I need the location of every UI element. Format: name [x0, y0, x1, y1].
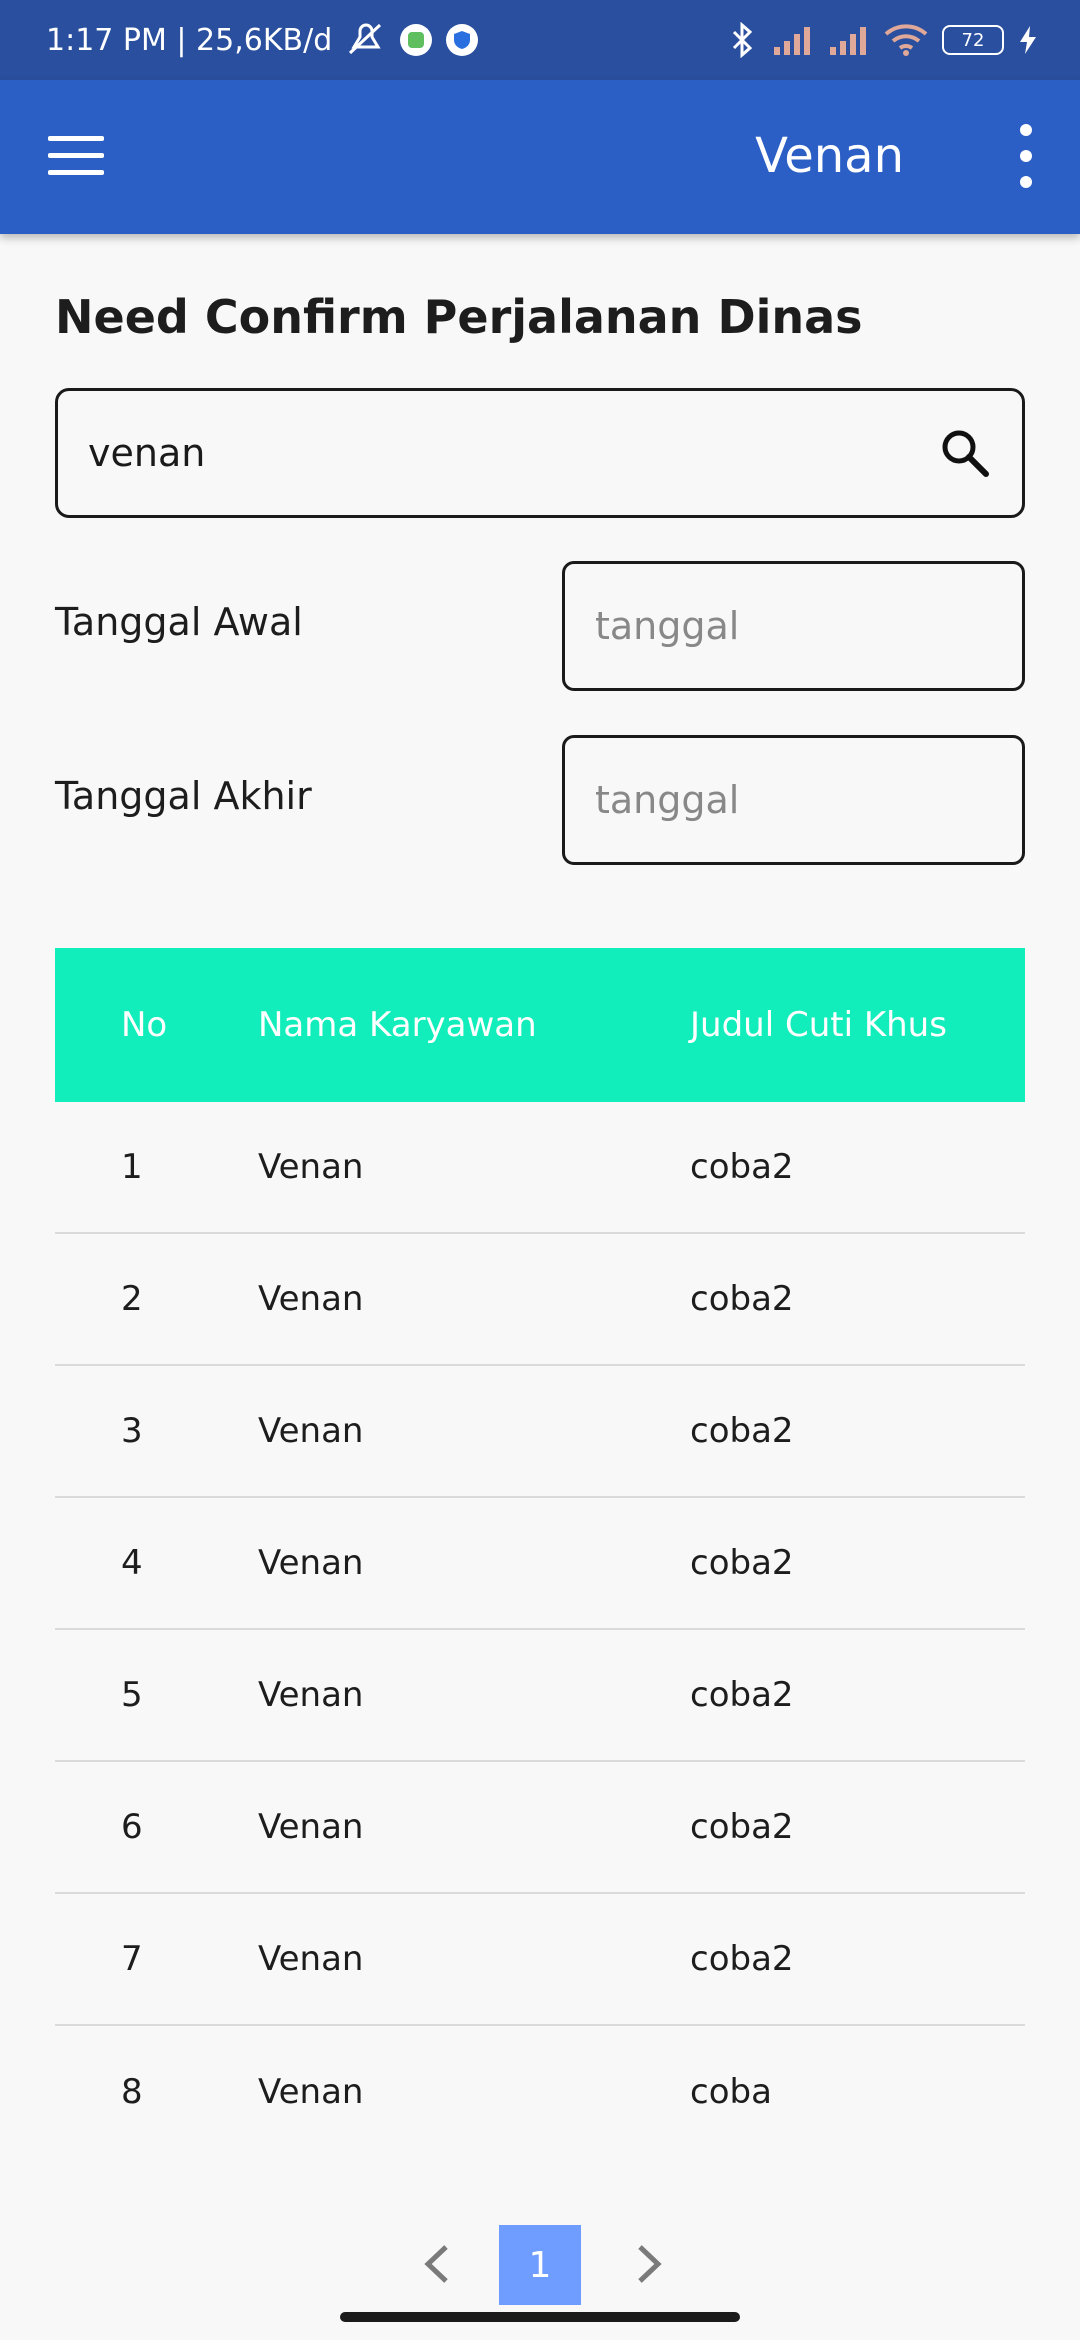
table-row[interactable]: 8 Venan coba: [55, 2026, 1025, 2158]
app-bar: Venan: [0, 80, 1080, 234]
cell-no: 6: [121, 1807, 143, 1847]
table-row[interactable]: 7 Venan coba2: [55, 1894, 1025, 2026]
mute-icon: [349, 23, 382, 55]
table-row[interactable]: 4 Venan coba2: [55, 1498, 1025, 1630]
battery-indicator: 72: [942, 25, 1004, 55]
cell-judul: coba2: [690, 1411, 794, 1451]
cell-judul: coba2: [690, 1543, 794, 1583]
cell-no: 8: [121, 2072, 143, 2112]
menu-icon[interactable]: [48, 136, 104, 176]
cell-judul: coba: [690, 2072, 772, 2112]
cell-no: 3: [121, 1411, 143, 1451]
cell-name: Venan: [258, 1543, 364, 1583]
cell-no: 7: [121, 1939, 143, 1979]
more-options-icon[interactable]: [1000, 124, 1052, 188]
pagination: 1: [0, 2225, 1080, 2305]
cell-name: Venan: [258, 1147, 364, 1187]
cell-no: 4: [121, 1543, 143, 1583]
table-row[interactable]: 2 Venan coba2: [55, 1234, 1025, 1366]
status-bar: 1:17 PM | 25,6KB/d 72: [0, 0, 1080, 80]
cell-no: 2: [121, 1279, 143, 1319]
cell-no: 5: [121, 1675, 143, 1715]
signal-icon: [774, 27, 810, 55]
cell-judul: coba2: [690, 1675, 794, 1715]
start-date-field[interactable]: [562, 561, 1070, 691]
start-date-label: Tanggal Awal: [55, 600, 303, 644]
cell-judul: coba2: [690, 1147, 794, 1187]
cell-name: Venan: [258, 2072, 364, 2112]
table-row[interactable]: 5 Venan coba2: [55, 1630, 1025, 1762]
cell-judul: coba2: [690, 1279, 794, 1319]
page-button-current[interactable]: 1: [499, 2225, 581, 2305]
bluetooth-icon: [732, 22, 753, 58]
table-row[interactable]: 1 Venan coba2: [55, 1102, 1025, 1234]
table-row[interactable]: 3 Venan coba2: [55, 1366, 1025, 1498]
cell-name: Venan: [258, 1939, 364, 1979]
chevron-right-icon[interactable]: [630, 2239, 670, 2289]
charging-icon: [1020, 26, 1036, 54]
status-right: 72: [728, 22, 1038, 58]
signal-icon-2: [830, 27, 866, 55]
table-row[interactable]: 6 Venan coba2: [55, 1762, 1025, 1894]
header-no: No: [121, 1005, 168, 1045]
cell-name: Venan: [258, 1411, 364, 1451]
header-nama-karyawan: Nama Karyawan: [258, 1005, 537, 1045]
end-date-input[interactable]: [593, 777, 1070, 823]
page-title: Need Confirm Perjalanan Dinas: [55, 290, 863, 344]
end-date-label: Tanggal Akhir: [55, 774, 312, 818]
search-field[interactable]: [55, 388, 1025, 518]
start-date-input[interactable]: [593, 603, 1070, 649]
search-input[interactable]: [86, 430, 936, 476]
cell-name: Venan: [258, 1807, 364, 1847]
data-table[interactable]: No Nama Karyawan Judul Cuti Khus 1 Venan…: [55, 948, 1025, 2158]
cell-judul: coba2: [690, 1939, 794, 1979]
cell-judul: coba2: [690, 1807, 794, 1847]
cell-no: 1: [121, 1147, 143, 1187]
status-time: 1:17 PM | 25,6KB/d: [46, 22, 333, 58]
cell-name: Venan: [258, 1279, 364, 1319]
app-bar-title: Venan: [755, 128, 904, 184]
search-icon[interactable]: [936, 424, 994, 482]
table-header: No Nama Karyawan Judul Cuti Khus: [55, 948, 1025, 1102]
chevron-left-icon[interactable]: [416, 2239, 456, 2289]
status-left: 1:17 PM | 25,6KB/d: [46, 22, 479, 58]
cell-name: Venan: [258, 1675, 364, 1715]
app-notification-icon: [400, 24, 433, 56]
wifi-icon: [884, 24, 928, 56]
header-judul-cuti: Judul Cuti Khus: [690, 1005, 947, 1045]
home-indicator[interactable]: [340, 2312, 740, 2322]
end-date-field[interactable]: [562, 735, 1070, 865]
shield-icon: [446, 24, 479, 56]
